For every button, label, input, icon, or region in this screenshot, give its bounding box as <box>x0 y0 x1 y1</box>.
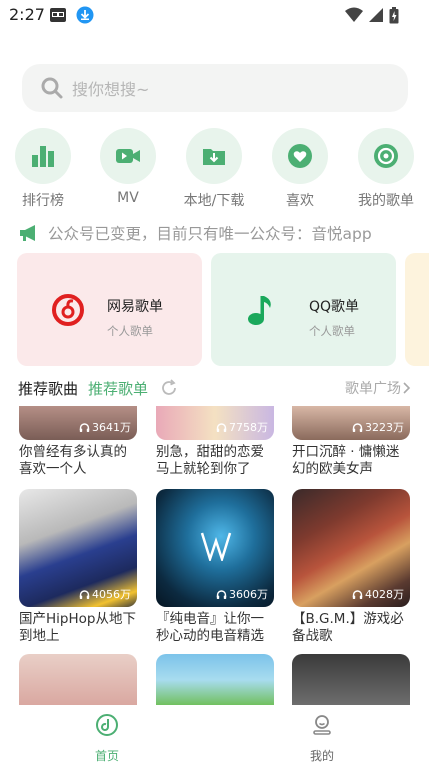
playlist-cover <box>292 654 410 706</box>
playlist-cover <box>19 654 137 706</box>
battery-icon <box>389 6 399 23</box>
shortcut-label: 本地/下载 <box>183 193 245 209</box>
playlist-card-subtitle: 个人歌单 <box>107 324 153 338</box>
tab-label: 首页 <box>94 749 119 763</box>
play-count: 3606万 <box>229 588 268 601</box>
playlist-title: 你曾经有多认真的喜欢一个人 <box>19 444 127 477</box>
playlist-item[interactable] <box>156 654 274 706</box>
disc-icon <box>374 144 398 168</box>
shortcut-label: 我的歌单 <box>358 193 414 209</box>
bottom-nav: 首页 我的 <box>0 705 429 763</box>
headphones-icon <box>352 589 363 599</box>
tab-recommended-songs[interactable]: 推荐歌曲 <box>18 378 78 399</box>
playlist-item[interactable] <box>19 654 137 706</box>
playlist-item[interactable]: 7758万 别急，甜甜的恋爱马上就轮到你了 <box>156 406 274 478</box>
netease-music-icon <box>52 294 84 326</box>
netease-playlist-card[interactable]: 网易歌单 个人歌单 <box>17 253 202 366</box>
notice-text: 公众号已变更，目前只有唯一公众号：音悦app <box>48 225 372 243</box>
headphones-icon <box>79 422 90 432</box>
playlist-square-label: 歌单广场 <box>345 381 401 397</box>
play-count: 3641万 <box>92 421 131 434</box>
download-notification-icon <box>76 6 94 24</box>
shortcut-favorites[interactable]: 喜欢 <box>263 128 337 210</box>
playlist-title: 开口沉醉 · 慵懒迷幻的欧美女声 <box>292 444 400 477</box>
playlist-cover: 4056万 <box>19 489 137 607</box>
play-count: 3223万 <box>365 421 404 434</box>
search-bar[interactable]: 搜你想搜~ <box>22 64 408 112</box>
video-icon <box>116 149 140 163</box>
headphones-icon <box>216 422 227 432</box>
playlist-cover: 3223万 <box>292 406 410 440</box>
tab-recommended-playlists[interactable]: 推荐歌单 <box>88 378 148 399</box>
playlist-cover: 7758万 <box>156 406 274 440</box>
shortcut-my-playlists[interactable]: 我的歌单 <box>349 128 423 210</box>
playlist-title: 国产HipHop从地下到地上 <box>19 611 136 644</box>
search-icon <box>41 77 63 99</box>
chart-icon <box>32 146 54 167</box>
wifi-icon <box>345 7 363 22</box>
tab-label: 我的 <box>309 749 334 763</box>
search-placeholder: 搜你想搜~ <box>72 80 150 99</box>
play-count: 7758万 <box>229 421 268 434</box>
playlist-item[interactable] <box>292 654 410 706</box>
playlist-title: 【B.G.M.】游戏必备战歌 <box>292 611 404 644</box>
alan-walker-logo <box>200 532 232 561</box>
headphones-icon <box>79 589 90 599</box>
playlist-item[interactable]: 4056万 国产HipHop从地下到地上 <box>19 489 137 645</box>
status-time: 2:27 <box>9 5 45 24</box>
refresh-icon[interactable] <box>160 379 178 397</box>
shortcut-label: 排行榜 <box>22 193 64 209</box>
shortcut-mv[interactable]: MV <box>91 128 165 206</box>
notice-banner[interactable]: 公众号已变更，目前只有唯一公众号：音悦app <box>18 220 410 246</box>
play-count: 4028万 <box>365 588 404 601</box>
playlist-cover: 4028万 <box>292 489 410 607</box>
playlist-cover: 3641万 <box>19 406 137 440</box>
app-notification-icon <box>50 8 66 22</box>
user-profile-icon <box>313 715 331 735</box>
heart-icon <box>288 144 312 168</box>
shortcut-rankings[interactable]: 排行榜 <box>6 128 80 210</box>
playlist-cover: 3606万 <box>156 489 274 607</box>
status-bar: 2:27 <box>0 0 429 30</box>
play-count: 4056万 <box>92 588 131 601</box>
headphones-icon <box>216 589 227 599</box>
playlist-card-title: QQ歌单 <box>309 299 360 315</box>
headphones-icon <box>352 422 363 432</box>
next-playlist-card-peek[interactable] <box>405 253 429 366</box>
playlist-card-subtitle: 个人歌单 <box>309 324 355 338</box>
playlist-item[interactable]: 4028万 【B.G.M.】游戏必备战歌 <box>292 489 410 645</box>
chevron-right-icon <box>403 382 411 394</box>
shortcut-label: 喜欢 <box>286 193 314 209</box>
status-indicators <box>345 6 399 24</box>
tab-mine[interactable]: 我的 <box>292 713 352 763</box>
playlist-card-title: 网易歌单 <box>107 299 163 315</box>
playlist-item[interactable]: 3641万 你曾经有多认真的喜欢一个人 <box>19 406 137 478</box>
download-folder-icon <box>203 149 225 165</box>
shortcut-label: MV <box>117 190 139 206</box>
playlist-title: 『纯电音』让你一秒心动的电音精选 <box>156 611 264 644</box>
qq-playlist-card[interactable]: QQ歌单 个人歌单 <box>211 253 396 366</box>
playlist-title: 别急，甜甜的恋爱马上就轮到你了 <box>156 444 264 477</box>
megaphone-icon <box>20 225 35 241</box>
playlist-cover <box>156 654 274 706</box>
home-disc-icon <box>96 714 118 736</box>
shortcut-local-download[interactable]: 本地/下载 <box>177 128 251 210</box>
playlist-item[interactable]: 3606万 『纯电音』让你一秒心动的电音精选 <box>156 489 274 645</box>
signal-icon <box>369 8 383 22</box>
music-note-icon <box>248 296 271 325</box>
playlist-item[interactable]: 3223万 开口沉醉 · 慵懒迷幻的欧美女声 <box>292 406 410 478</box>
playlist-square-link[interactable]: 歌单广场 <box>345 378 411 398</box>
tab-home[interactable]: 首页 <box>77 713 137 763</box>
